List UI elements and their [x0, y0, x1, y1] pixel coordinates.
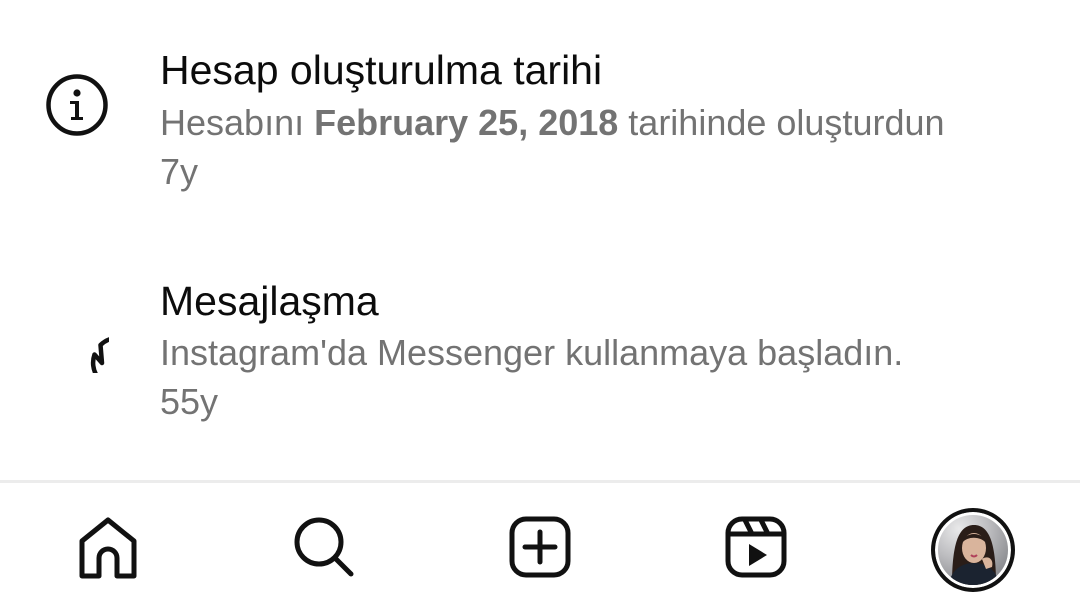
account-created-time: 7y	[160, 151, 199, 192]
reels-tab[interactable]	[716, 507, 796, 587]
home-icon	[79, 517, 137, 579]
info-icon	[44, 72, 110, 138]
messaging-row: Mesajlaşma Instagram'da Messenger kullan…	[0, 230, 1080, 470]
description-prefix: Hesabını	[160, 102, 315, 143]
messaging-time: 55y	[160, 381, 219, 422]
home-tab[interactable]	[68, 507, 148, 587]
profile-photo	[935, 512, 1011, 588]
account-created-title: Hesap oluşturulma tarihi	[160, 47, 603, 93]
messaging-title: Mesajlaşma	[160, 278, 379, 324]
search-icon	[294, 517, 354, 577]
account-created-row: Hesap oluşturulma tarihi Hesabını Februa…	[0, 0, 1080, 230]
create-tab[interactable]	[500, 507, 580, 587]
description-suffix: tarihinde oluşturdun	[618, 102, 945, 143]
search-tab[interactable]	[284, 507, 364, 587]
create-icon	[509, 516, 571, 578]
account-info-screen: Hesap oluşturulma tarihi Hesabını Februa…	[0, 0, 1080, 605]
reels-icon	[725, 516, 787, 578]
bottom-navigation	[0, 483, 1080, 605]
message-bubble-icon	[44, 308, 110, 374]
profile-avatar[interactable]	[931, 508, 1015, 592]
messaging-description: Instagram'da Messenger kullanmaya başlad…	[160, 332, 904, 373]
account-created-description: Hesabını February 25, 2018 tarihinde olu…	[160, 101, 945, 145]
creation-date: February 25, 2018	[314, 102, 619, 143]
profile-photo-image	[948, 525, 1000, 585]
